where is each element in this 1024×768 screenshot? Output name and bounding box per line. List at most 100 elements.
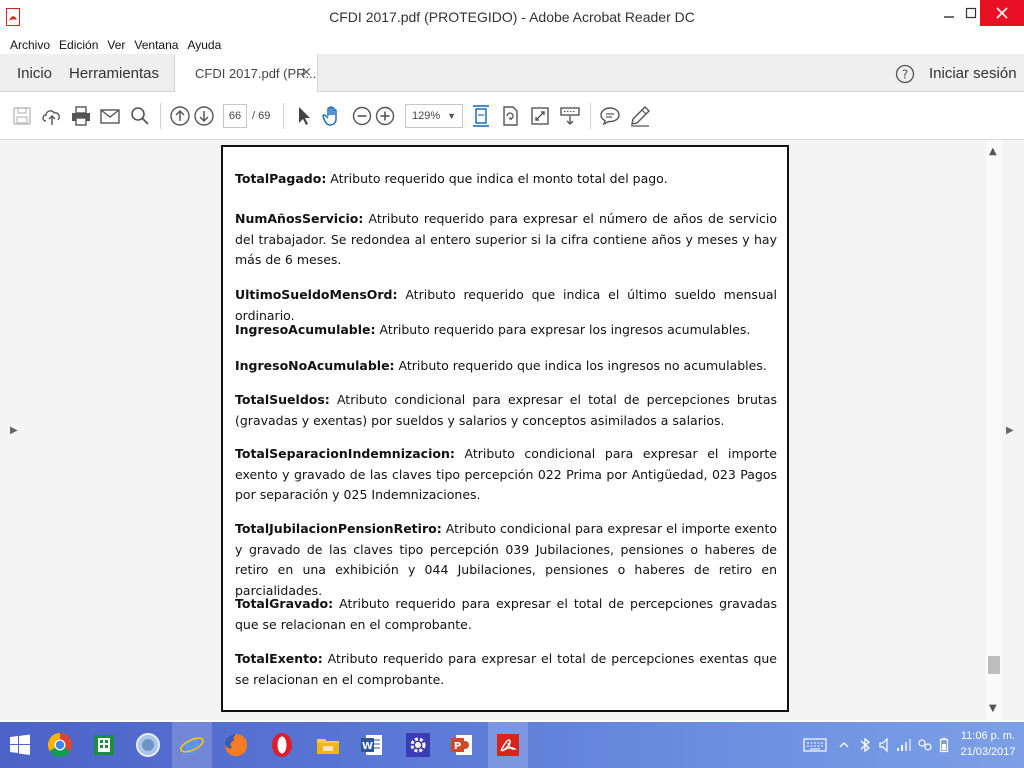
excel-store-icon[interactable] (84, 722, 124, 768)
paragraph-total-exento: TotalExento: Atributo requerido para exp… (235, 649, 777, 690)
opera-icon[interactable] (262, 722, 302, 768)
browser-icon[interactable] (128, 722, 168, 768)
title-bar: CFDI 2017.pdf (PROTEGIDO) - Adobe Acroba… (0, 0, 1024, 36)
help-icon[interactable]: ? (895, 64, 915, 84)
paragraph-num-anos-servicio: NumAñosServicio: Atributo requerido para… (235, 209, 777, 271)
full-screen-icon[interactable] (528, 104, 552, 128)
chrome-icon[interactable] (40, 722, 80, 768)
network-signal-icon[interactable] (896, 736, 912, 754)
toolbar (0, 92, 1024, 140)
toolbar-divider (590, 103, 591, 129)
clock-time: 11:06 p. m. (960, 730, 1016, 742)
vertical-scrollbar[interactable]: ▲ ▼ (986, 140, 1002, 720)
svg-text:e: e (185, 731, 199, 759)
paragraph-total-pagado: TotalPagado: Atributo requerido que indi… (235, 169, 777, 190)
term: TotalGravado: (235, 596, 334, 611)
chevron-down-icon: ▼ (447, 111, 456, 121)
clock-date: 21/03/2017 (960, 746, 1016, 758)
minimize-button[interactable] (936, 0, 962, 26)
term: TotalPagado: (235, 171, 327, 186)
cloud-upload-icon[interactable] (40, 104, 64, 128)
menu-ayuda[interactable]: Ayuda (187, 38, 221, 52)
term: IngresoAcumulable: (235, 322, 376, 337)
battery-icon[interactable] (939, 736, 949, 754)
term: TotalSueldos: (235, 392, 330, 407)
term: TotalSeparacionIndemnizacion: (235, 446, 455, 461)
acrobat-icon[interactable] (488, 722, 528, 768)
paragraph-ingreso-no-acumulable: IngresoNoAcumulable: Atributo requerido … (235, 356, 777, 377)
menu-bar: Archivo Edición Ver Ventana Ayuda (0, 36, 1024, 54)
tab-bar: Inicio Herramientas CFDI 2017.pdf (PR...… (0, 54, 1024, 93)
scroll-up-icon[interactable]: ▲ (989, 146, 997, 157)
hand-tool-icon[interactable] (320, 104, 344, 128)
settings-icon[interactable] (398, 722, 438, 768)
next-page-icon[interactable] (192, 104, 216, 128)
toolbar-divider (160, 103, 161, 129)
close-tab-button[interactable]: × (301, 65, 312, 80)
start-button[interactable] (0, 722, 40, 768)
page-number-input[interactable]: 66 (223, 104, 247, 128)
term: NumAñosServicio: (235, 211, 364, 226)
fit-page-icon[interactable] (469, 104, 493, 128)
signin-link[interactable]: Iniciar sesión (929, 65, 1017, 82)
term: TotalExento: (235, 651, 323, 666)
tab-document[interactable]: CFDI 2017.pdf (PR... × (174, 54, 318, 93)
file-explorer-icon[interactable] (308, 722, 348, 768)
scroll-mode-icon[interactable] (558, 104, 582, 128)
page-total: / 69 (252, 110, 271, 122)
rotate-page-icon[interactable] (498, 104, 522, 128)
volume-icon[interactable] (878, 736, 892, 754)
menu-edicion[interactable]: Edición (59, 38, 98, 52)
save-icon[interactable] (10, 104, 34, 128)
select-cursor-icon[interactable] (292, 104, 316, 128)
bluetooth-icon[interactable] (859, 736, 871, 754)
menu-ventana[interactable]: Ventana (134, 38, 178, 52)
email-icon[interactable] (98, 104, 122, 128)
internet-explorer-icon[interactable]: e (172, 722, 212, 768)
word-icon[interactable]: W (352, 722, 392, 768)
scroll-down-icon[interactable]: ▼ (989, 703, 997, 714)
paragraph-total-sueldos: TotalSueldos: Atributo condicional para … (235, 390, 777, 431)
term: IngresoNoAcumulable: (235, 358, 395, 373)
right-panel-toggle-icon[interactable]: ▶ (1006, 425, 1014, 436)
keyboard-icon[interactable] (803, 736, 827, 754)
sign-pen-icon[interactable] (628, 104, 652, 128)
svg-text:P: P (454, 741, 461, 752)
svg-text:?: ? (902, 68, 908, 82)
print-icon[interactable] (69, 104, 93, 128)
document-viewport[interactable]: ▶ ▶ ▲ ▼ TotalPagado: Atributo requerido … (0, 140, 1024, 720)
search-icon[interactable] (128, 104, 152, 128)
term: TotalJubilacionPensionRetiro: (235, 521, 442, 536)
left-panel-toggle-icon[interactable]: ▶ (10, 425, 18, 436)
people-sync-icon[interactable] (917, 736, 933, 754)
paragraph-ingreso-acumulable: IngresoAcumulable: Atributo requerido pa… (235, 320, 777, 341)
show-hidden-icons-icon[interactable] (839, 736, 849, 754)
paragraph-total-jubilacion: TotalJubilacionPensionRetiro: Atributo c… (235, 519, 777, 601)
comment-icon[interactable] (598, 104, 622, 128)
toolbar-divider (283, 103, 284, 129)
definition: Atributo requerido para expresar los ing… (375, 322, 751, 337)
zoom-select[interactable]: 129% ▼ (405, 104, 463, 128)
definition: Atributo requerido que indica el monto t… (326, 171, 668, 186)
definition: Atributo requerido que indica los ingres… (394, 358, 767, 373)
previous-page-icon[interactable] (168, 104, 192, 128)
tab-home[interactable]: Inicio (17, 65, 52, 82)
zoom-out-icon[interactable] (350, 104, 374, 128)
maximize-button[interactable] (962, 0, 980, 26)
term: UltimoSueldoMensOrd: (235, 287, 398, 302)
tab-tools[interactable]: Herramientas (69, 65, 159, 82)
scrollbar-thumb[interactable] (988, 656, 1000, 674)
paragraph-total-gravado: TotalGravado: Atributo requerido para ex… (235, 594, 777, 635)
powerpoint-icon[interactable]: P (442, 722, 482, 768)
svg-text:W: W (362, 741, 373, 752)
paragraph-total-separacion: TotalSeparacionIndemnizacion: Atributo c… (235, 444, 777, 506)
pdf-page: TotalPagado: Atributo requerido que indi… (221, 145, 789, 712)
close-window-button[interactable] (980, 0, 1024, 26)
menu-ver[interactable]: Ver (107, 38, 125, 52)
menu-archivo[interactable]: Archivo (10, 38, 50, 52)
firefox-icon[interactable] (216, 722, 256, 768)
zoom-in-icon[interactable] (373, 104, 397, 128)
window-title: CFDI 2017.pdf (PROTEGIDO) - Adobe Acroba… (329, 9, 695, 25)
system-clock[interactable]: 11:06 p. m. 21/03/2017 (960, 728, 1016, 760)
tab-document-label: CFDI 2017.pdf (PR... (195, 66, 317, 81)
